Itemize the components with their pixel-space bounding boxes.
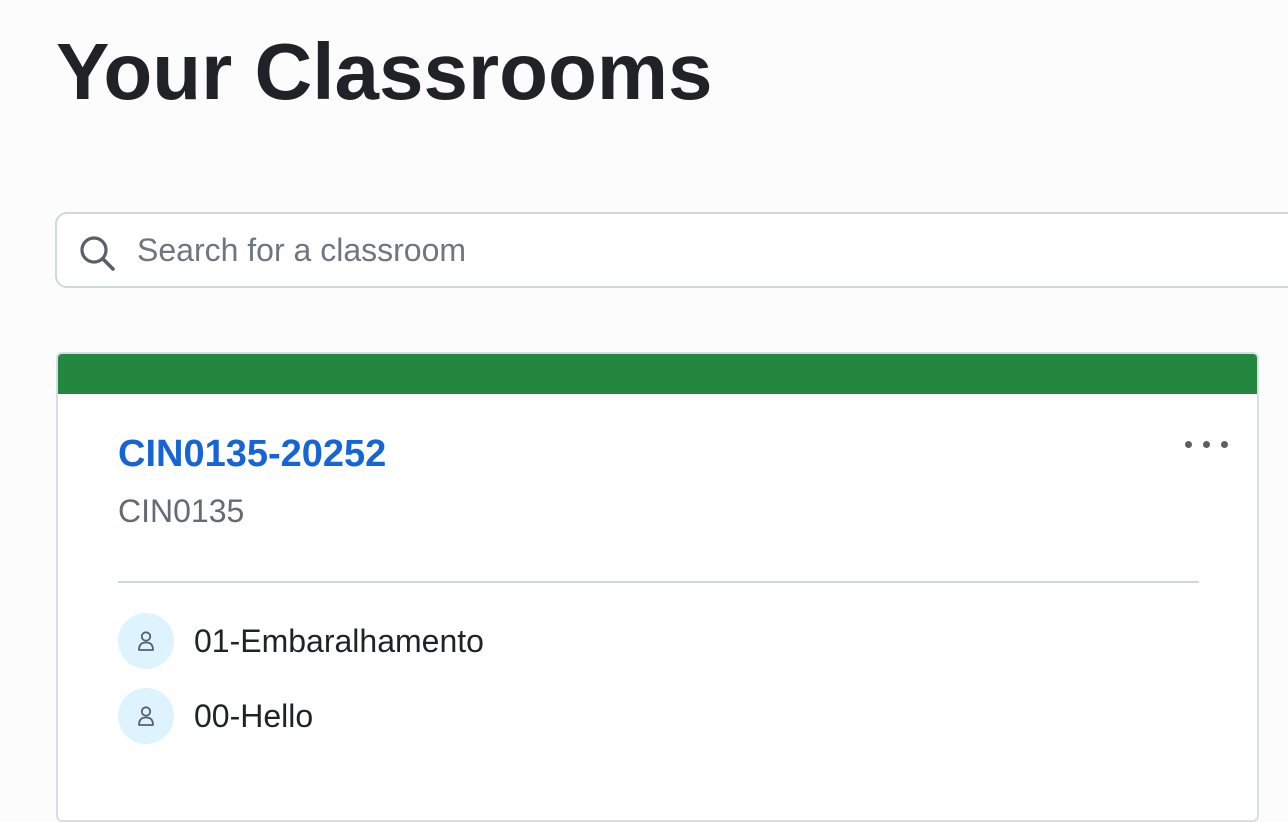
search-icon <box>80 236 115 271</box>
page-title: Your Classrooms <box>56 27 713 116</box>
card-divider <box>118 581 1199 583</box>
search-box[interactable] <box>55 212 1288 288</box>
classroom-organization: CIN0135 <box>118 493 245 529</box>
person-icon <box>138 706 154 726</box>
assignment-label: 01-Embaralhamento <box>194 623 484 659</box>
classroom-card: CIN0135-20252 CIN0135 01-Embaralhamento … <box>56 352 1259 822</box>
search-input[interactable] <box>137 214 1288 286</box>
assignment-label: 00-Hello <box>194 698 314 734</box>
person-icon <box>138 631 154 651</box>
assignment-item[interactable]: 00-Hello <box>118 688 918 744</box>
more-options-button[interactable] <box>1181 430 1233 458</box>
assignment-item[interactable]: 01-Embaralhamento <box>118 613 918 669</box>
assignment-avatar <box>118 688 174 744</box>
classroom-name-link[interactable]: CIN0135-20252 <box>118 432 386 476</box>
card-header-bar <box>58 354 1257 394</box>
assignment-avatar <box>118 613 174 669</box>
